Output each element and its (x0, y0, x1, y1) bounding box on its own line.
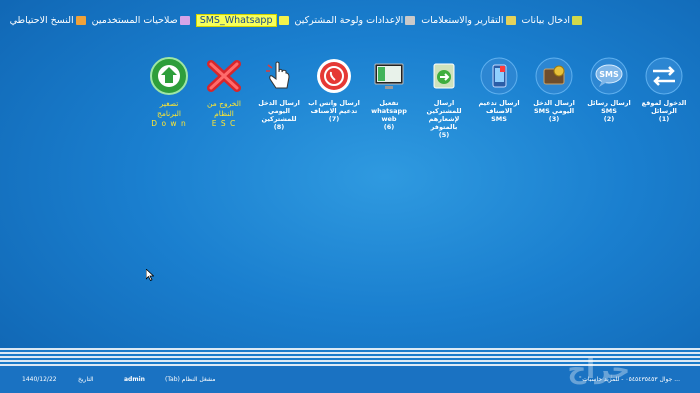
notify-subscribers-button[interactable]: ارسال للمشتركين لإشعارهم بالمتوفر (5) (418, 56, 470, 139)
status-date-label: التاريخ (78, 376, 94, 383)
whatsapp-icon (314, 56, 354, 96)
bar-chart-icon (572, 16, 582, 25)
send-sms-button[interactable]: SMS ارسال رسائل SMS (2) (583, 56, 635, 139)
status-user: admin (124, 376, 145, 383)
arrow-down-circle-icon (149, 56, 189, 96)
activate-whatsapp-web-button[interactable]: تفعيل whatsapp web (6) (363, 56, 415, 139)
menu-label: صلاحيات المستخدمين (91, 15, 178, 26)
tool-label: الدخول لموقع الرسائل (1) (641, 99, 687, 123)
whatsapp-icon (278, 16, 289, 25)
minimize-program-button[interactable]: تصغير البرنامج D o w n (143, 56, 195, 139)
main-toolbar: الدخول لموقع الرسائل (1) SMS ارسال رسائل… (12, 56, 690, 139)
status-shortcut: (Tab) مشغل النظام (165, 376, 216, 383)
svg-text:SMS: SMS (599, 70, 619, 79)
home-icon (75, 16, 86, 25)
tool-label: الخروج من النظام E S C (207, 99, 241, 128)
menu-label: التقارير والاستعلامات (421, 15, 504, 26)
tool-label: ارسال تدعيم الاصناف SMS (478, 99, 520, 123)
menu-settings[interactable]: الإعدادات ولوحة المشتركين (295, 14, 416, 27)
exit-system-button[interactable]: الخروج من النظام E S C (198, 56, 250, 139)
send-daily-income-subscribers-button[interactable]: ارسال الدخل اليومي للمشتركين (8) (253, 56, 305, 139)
phone-icon (479, 56, 519, 96)
tool-label: تفعيل whatsapp web (6) (371, 99, 407, 131)
tool-label: ارسال الدخل SMS اليومي (3) (533, 99, 575, 123)
users-icon (179, 16, 190, 25)
hand-pointer-icon (259, 56, 299, 96)
close-x-icon (204, 56, 244, 96)
mouse-cursor-icon (145, 266, 155, 285)
status-date: 1440/12/22 (22, 376, 57, 383)
tool-label: ارسال الدخل اليومي للمشتركين (8) (258, 99, 300, 131)
top-menu-bar: ادخال بيانات التقارير والاستعلامات الإعد… (10, 14, 582, 27)
report-icon (505, 16, 516, 25)
wallet-icon (534, 56, 574, 96)
menu-data-entry[interactable]: ادخال بيانات (522, 14, 582, 27)
menu-label: الإعدادات ولوحة المشتركين (294, 15, 404, 26)
menu-user-permissions[interactable]: صلاحيات المستخدمين (92, 14, 190, 27)
menu-reports[interactable]: التقارير والاستعلامات (421, 14, 516, 27)
menu-backup[interactable]: النسخ الاحتياطي (10, 14, 86, 27)
watermark-logo: حراج (567, 355, 630, 385)
document-arrow-icon (424, 56, 464, 96)
menu-label: SMS_Whatsapp (195, 14, 277, 27)
menu-label: النسخ الاحتياطي (9, 15, 74, 26)
tool-label: ارسال للمشتركين لإشعارهم بالمتوفر (5) (426, 99, 462, 139)
tool-label: تصغير البرنامج D o w n (151, 99, 187, 128)
goto-sms-site-button[interactable]: الدخول لموقع الرسائل (1) (638, 56, 690, 139)
send-daily-income-sms-button[interactable]: ارسال الدخل SMS اليومي (3) (528, 56, 580, 139)
menu-label: ادخال بيانات (521, 15, 570, 26)
tool-label: ارسال رسائل SMS (2) (587, 99, 631, 123)
menu-sms-whatsapp[interactable]: SMS_Whatsapp (195, 14, 289, 27)
send-whatsapp-stock-button[interactable]: ارسال واتس اب تدعيم الاصناف (7) (308, 56, 360, 139)
send-stock-sms-button[interactable]: ارسال تدعيم الاصناف SMS (473, 56, 525, 139)
settings-icon (405, 16, 416, 25)
sms-bubble-icon: SMS (589, 56, 629, 96)
tool-label: ارسال واتس اب تدعيم الاصناف (7) (308, 99, 360, 123)
arrows-icon (644, 56, 684, 96)
monitor-icon (369, 56, 409, 96)
